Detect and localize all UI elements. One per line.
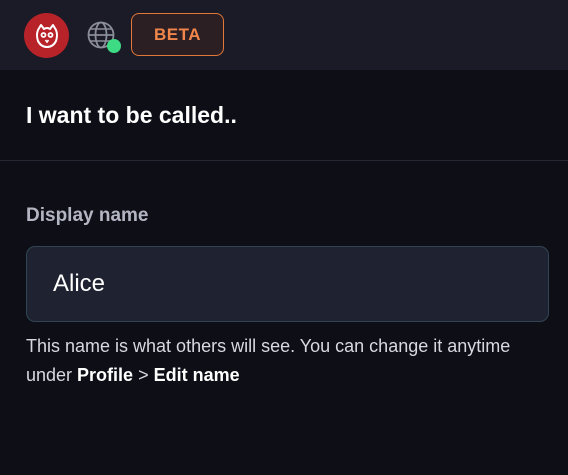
page-title: I want to be called..: [26, 102, 237, 128]
owl-logo-icon[interactable]: [24, 13, 69, 58]
owl-glyph: [35, 23, 58, 48]
top-bar: BETA: [0, 0, 568, 70]
language-selector[interactable]: [86, 20, 121, 54]
divider: [0, 160, 568, 161]
hint-edit-name-link: Edit name: [153, 365, 240, 385]
display-name-label: Display name: [26, 205, 149, 226]
beta-badge[interactable]: BETA: [131, 13, 224, 56]
display-name-input[interactable]: [26, 246, 549, 322]
hint-separator: >: [133, 365, 154, 385]
display-name-hint: This name is what others will see. You c…: [26, 332, 526, 390]
hint-profile-link: Profile: [77, 365, 134, 385]
online-status-dot: [107, 39, 121, 53]
